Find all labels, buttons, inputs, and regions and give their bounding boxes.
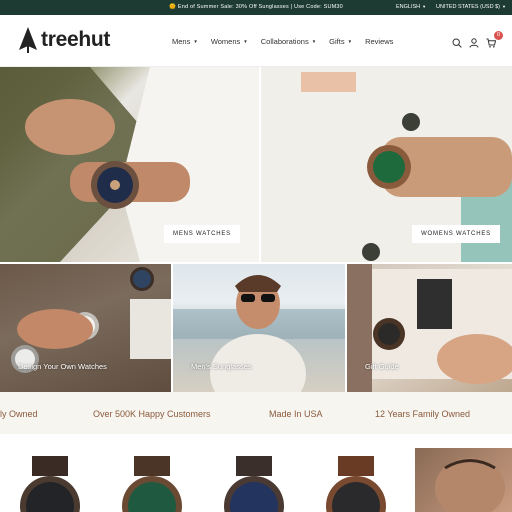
tile-label: Men's Sunglasses: [191, 362, 252, 371]
womens-watches-button[interactable]: WOMENS WATCHES: [412, 225, 500, 243]
search-icon[interactable]: [452, 35, 462, 48]
gift-guide-illustration: [347, 264, 512, 392]
site-header: treehut Mens ▼ Womens ▼ Collaborations ▼ Gi…: [0, 15, 512, 67]
product-image: [20, 456, 80, 512]
nav-label: Womens: [210, 37, 241, 46]
currency-label: UNITED STATES (USD $): [436, 4, 500, 10]
trust-strip: ily Owned Over 500K Happy Customers Made…: [0, 392, 512, 434]
product-card[interactable]: [112, 448, 192, 512]
product-card[interactable]: [415, 448, 512, 512]
design-your-own-tile[interactable]: Design Your Own Watches: [0, 264, 171, 392]
chevron-down-icon: ▼: [501, 4, 506, 9]
nav-label: Gifts: [329, 37, 345, 46]
trust-item: ily Owned: [0, 409, 38, 419]
tile-label: Gift Guide: [365, 362, 399, 371]
chevron-down-icon: ▼: [243, 39, 248, 44]
currency-selector[interactable]: UNITED STATES (USD $) ▼: [436, 4, 506, 10]
chevron-down-icon: ▼: [422, 4, 427, 9]
announcement-bar: 🌞 End of Summer Sale: 30% Off Sunglasses…: [0, 0, 512, 15]
design-tile-illustration: [11, 267, 171, 373]
product-card[interactable]: [10, 448, 90, 512]
nav-item-collaborations[interactable]: Collaborations ▼: [261, 37, 316, 46]
nav-label: Mens: [172, 37, 191, 46]
sunglasses-tile-illustration: [173, 275, 345, 392]
logo[interactable]: treehut: [17, 26, 110, 54]
tree-logo-icon: [17, 26, 39, 54]
nav-item-reviews[interactable]: Reviews: [365, 37, 393, 46]
tile-label: Design Your Own Watches: [18, 362, 107, 371]
nav-item-womens[interactable]: Womens ▼: [211, 37, 248, 46]
trust-item: 12 Years Family Owned: [375, 409, 471, 419]
main-nav: Mens ▼ Womens ▼ Collaborations ▼ Gifts ▼ Rev…: [172, 37, 406, 46]
hero-mens-image[interactable]: MENS WATCHES: [0, 67, 259, 262]
chevron-down-icon: ▼: [311, 39, 317, 44]
language-label: ENGLISH: [396, 4, 421, 10]
nav-item-gifts[interactable]: Gifts ▼: [329, 37, 352, 46]
mens-sunglasses-tile[interactable]: Men's Sunglasses: [173, 264, 345, 392]
hero-womens-image[interactable]: WOMENS WATCHES: [261, 67, 512, 262]
gift-guide-tile[interactable]: Gift Guide: [347, 264, 512, 392]
account-icon[interactable]: [469, 35, 479, 48]
product-image: [326, 456, 386, 512]
product-card[interactable]: [214, 448, 294, 512]
logo-text: treehut: [41, 28, 111, 51]
product-image: [122, 456, 182, 512]
product-card[interactable]: [316, 448, 396, 512]
mens-watches-button[interactable]: MENS WATCHES: [164, 225, 240, 243]
language-selector[interactable]: ENGLISH ▼: [396, 4, 426, 10]
trust-item: Made In USA: [269, 409, 323, 419]
chevron-down-icon: ▼: [193, 39, 198, 44]
product-image: [435, 458, 505, 512]
chevron-down-icon: ▼: [347, 39, 353, 44]
nav-label: Reviews: [365, 37, 394, 46]
nav-item-mens[interactable]: Mens ▼: [172, 37, 198, 46]
product-image: [224, 456, 284, 512]
cart-count-badge: 0: [494, 31, 503, 40]
trust-item: Over 500K Happy Customers: [93, 409, 211, 419]
nav-label: Collaborations: [260, 37, 309, 46]
